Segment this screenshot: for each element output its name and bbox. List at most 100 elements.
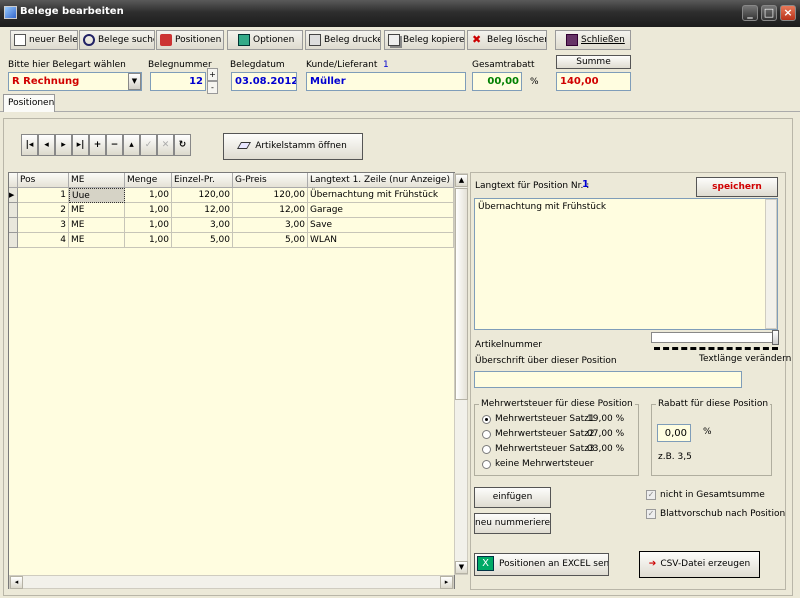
mwst-radio-1[interactable]	[482, 415, 491, 424]
scroll-right-icon[interactable]: ▸	[440, 576, 453, 589]
cell-menge[interactable]: 1,00	[125, 203, 172, 218]
cell-me[interactable]: ME	[69, 218, 125, 233]
cell-menge[interactable]: 1,00	[125, 233, 172, 248]
minimize-icon[interactable]: _	[742, 5, 758, 21]
search-documents-button[interactable]: Belege suchen	[79, 30, 155, 50]
belegnummer-field[interactable]: 12	[150, 72, 206, 91]
exit-button[interactable]: Schließen	[555, 30, 631, 50]
column-header-me[interactable]: ME	[69, 173, 125, 188]
save-button[interactable]: speichern	[696, 177, 778, 197]
prior-record-icon[interactable]: ◂	[38, 134, 55, 156]
refresh-icon[interactable]: ↻	[174, 134, 191, 156]
mwst-radio-4[interactable]	[482, 460, 491, 469]
cell-pos[interactable]: 4	[18, 233, 69, 248]
column-header-einzelpreis[interactable]: Einzel-Pr.	[172, 173, 233, 188]
vertical-scroll-thumb[interactable]	[455, 188, 468, 400]
cell-pos[interactable]: 2	[18, 203, 69, 218]
mwst-option-rate: 07,00 %	[587, 429, 625, 439]
page-break-label: Blattvorschub nach Position	[660, 509, 786, 519]
cell-gpreis[interactable]: 120,00	[233, 188, 308, 203]
langtext-textarea[interactable]: Übernachtung mit Frühstück	[474, 198, 778, 330]
csv-export-button[interactable]: ➔ CSV-Datei erzeugen	[639, 551, 760, 578]
cell-pos[interactable]: 1	[18, 188, 69, 203]
cell-me[interactable]: ME	[69, 233, 125, 248]
cell-me[interactable]: Uue	[69, 188, 125, 203]
delete-record-icon[interactable]: −	[106, 134, 123, 156]
app-icon	[4, 6, 17, 19]
cell-gpreis[interactable]: 5,00	[233, 233, 308, 248]
gesamtrabatt-label: Gesamtrabatt	[472, 60, 535, 70]
first-record-icon[interactable]: |◂	[21, 134, 38, 156]
decrement-icon[interactable]: -	[207, 81, 218, 94]
new-document-icon	[14, 33, 26, 46]
cell-einzel[interactable]: 5,00	[172, 233, 233, 248]
not-in-total-checkbox[interactable]: ✓	[646, 490, 656, 500]
close-icon[interactable]: ×	[780, 5, 796, 21]
edit-record-icon[interactable]: ▴	[123, 134, 140, 156]
renumber-button[interactable]: neu nummerieren	[474, 513, 551, 534]
ueberschrift-input[interactable]	[474, 371, 742, 388]
belegnummer-label: Belegnummer	[148, 60, 212, 70]
gesamtrabatt-field[interactable]: 00,00	[472, 72, 522, 91]
cell-me[interactable]: ME	[69, 203, 125, 218]
window-title: Belege bearbeiten	[20, 6, 124, 17]
delete-icon: ✖	[472, 32, 482, 46]
options-button[interactable]: Optionen	[227, 30, 303, 50]
new-document-button[interactable]: neuer Beleg	[10, 30, 78, 50]
mwst-radio-2[interactable]	[482, 430, 491, 439]
increment-icon[interactable]: +	[207, 68, 218, 81]
column-header-menge[interactable]: Menge	[125, 173, 172, 188]
not-in-total-label: nicht in Gesamtsumme	[660, 490, 765, 500]
row-indicator[interactable]: ▶	[9, 188, 18, 203]
row-indicator[interactable]	[9, 203, 18, 218]
cell-gpreis[interactable]: 12,00	[233, 203, 308, 218]
column-header-gpreis[interactable]: G-Preis	[233, 173, 308, 188]
scroll-up-icon[interactable]: ▲	[455, 174, 468, 187]
kunde-field[interactable]: Müller	[306, 72, 466, 91]
printer-icon	[309, 33, 321, 46]
cell-menge[interactable]: 1,00	[125, 188, 172, 203]
last-record-icon[interactable]: ▸|	[72, 134, 89, 156]
cell-menge[interactable]: 1,00	[125, 218, 172, 233]
tab-positionen[interactable]: Positionen	[3, 94, 55, 112]
summe-label: Summe	[556, 55, 631, 69]
belegdatum-field[interactable]: 03.08.2012	[231, 72, 297, 91]
maximize-icon[interactable]: □	[761, 5, 777, 21]
copy-button[interactable]: Beleg kopieren	[384, 30, 465, 50]
ueberschrift-label: Überschrift über dieser Position	[475, 356, 617, 366]
cell-einzel[interactable]: 3,00	[172, 218, 233, 233]
cell-einzel[interactable]: 12,00	[172, 203, 233, 218]
cell-einzel[interactable]: 120,00	[172, 188, 233, 203]
textlength-slider-track[interactable]	[651, 332, 779, 343]
cell-pos[interactable]: 3	[18, 218, 69, 233]
mwst-radio-3[interactable]	[482, 445, 491, 454]
delete-button[interactable]: ✖ Beleg löschen	[467, 30, 547, 50]
insert-button[interactable]: einfügen	[474, 487, 551, 508]
page-break-checkbox[interactable]: ✓	[646, 509, 656, 519]
positions-button[interactable]: Positionen	[156, 30, 224, 50]
cell-text[interactable]: Garage	[308, 203, 454, 218]
belegart-select[interactable]: R Rechnung	[8, 72, 142, 91]
kunde-label: Kunde/Lieferant	[306, 60, 378, 70]
grid-horizontal-scrollbar[interactable]	[9, 575, 454, 589]
cell-text[interactable]: Save	[308, 218, 454, 233]
artikelstamm-button[interactable]: Artikelstamm öffnen	[223, 133, 363, 160]
rabatt-input[interactable]: 0,00	[657, 424, 691, 442]
excel-export-button[interactable]: XPositionen an EXCEL senden	[474, 553, 609, 576]
cell-text[interactable]: WLAN	[308, 233, 454, 248]
next-record-icon[interactable]: ▸	[55, 134, 72, 156]
row-indicator[interactable]	[9, 233, 18, 248]
column-header-langtext[interactable]: Langtext 1. Zeile (nur Anzeige)	[308, 173, 454, 188]
row-indicator[interactable]	[9, 218, 18, 233]
chevron-down-icon[interactable]: ▼	[128, 73, 141, 90]
textlength-slider-thumb[interactable]	[772, 330, 779, 345]
column-header-pos[interactable]: Pos	[18, 173, 69, 188]
insert-record-icon[interactable]: +	[89, 134, 106, 156]
cell-text[interactable]: Übernachtung mit Frühstück	[308, 188, 454, 203]
langtext-scrollbar[interactable]	[765, 199, 777, 329]
scroll-left-icon[interactable]: ◂	[10, 576, 23, 589]
search-icon	[83, 33, 95, 46]
print-button[interactable]: Beleg drucken	[305, 30, 381, 50]
cell-gpreis[interactable]: 3,00	[233, 218, 308, 233]
scroll-down-icon[interactable]: ▼	[455, 561, 468, 574]
